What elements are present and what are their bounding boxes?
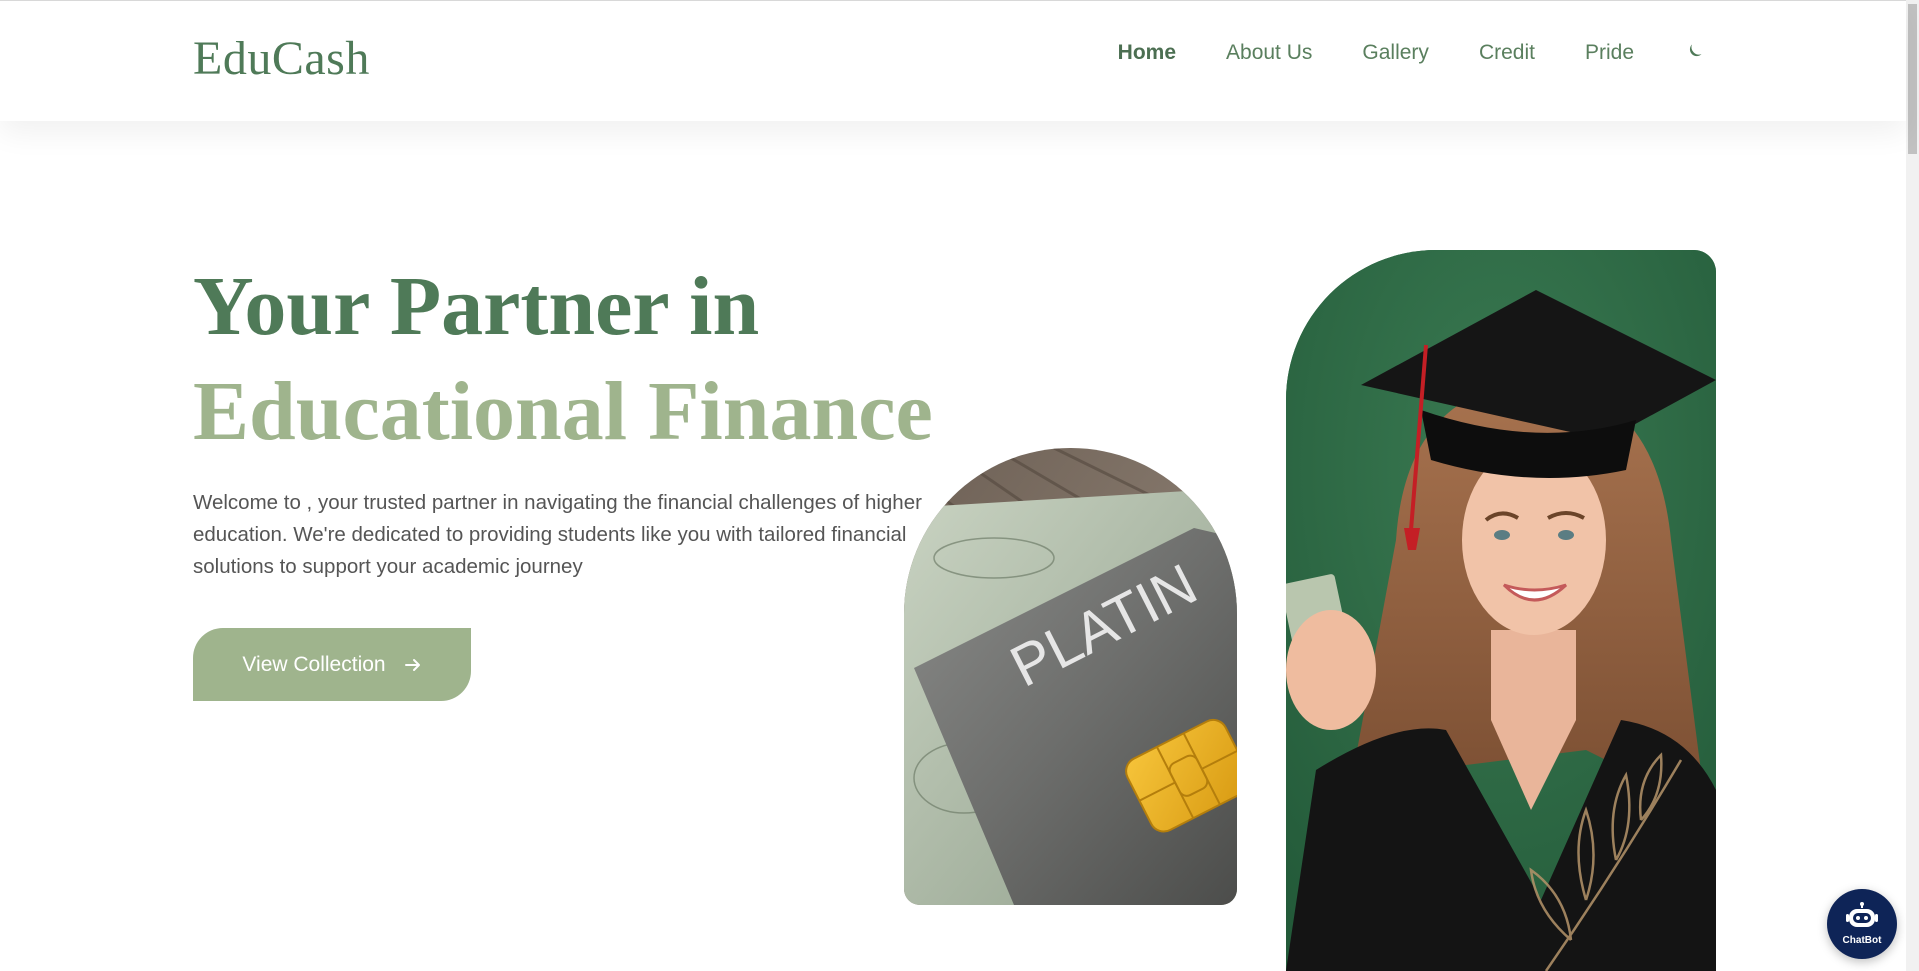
nav-pride[interactable]: Pride [1585,41,1634,65]
brand-logo[interactable]: EduCash [193,31,370,86]
site-header: EduCash Home About Us Gallery Credit Pri… [0,0,1906,121]
moon-icon[interactable] [1684,42,1706,64]
credit-card-image: PLATIN [904,448,1237,905]
hero-intro-text: Welcome to , your trusted partner in nav… [193,491,922,578]
nav-credit[interactable]: Credit [1479,41,1535,65]
main-nav: Home About Us Gallery Credit Pride [1118,41,1706,65]
nav-about-us[interactable]: About Us [1226,41,1312,65]
robot-icon [1845,902,1879,934]
arrow-right-icon [404,656,422,674]
page-scrollbar[interactable] [1906,0,1919,971]
hero-title-line1: Your Partner in [193,260,760,353]
chatbot-label: ChatBot [1842,935,1882,946]
nav-home[interactable]: Home [1118,41,1176,65]
view-collection-button[interactable]: View Collection [193,628,471,701]
chatbot-button[interactable]: ChatBot [1827,889,1897,959]
scrollbar-thumb[interactable] [1908,4,1917,154]
page: EduCash Home About Us Gallery Credit Pri… [0,0,1919,971]
nav-gallery[interactable]: Gallery [1362,41,1429,65]
view-collection-label: View Collection [242,652,386,676]
graduate-student-image [1286,250,1716,971]
hero-title-line2: Educational Finance [193,365,933,458]
